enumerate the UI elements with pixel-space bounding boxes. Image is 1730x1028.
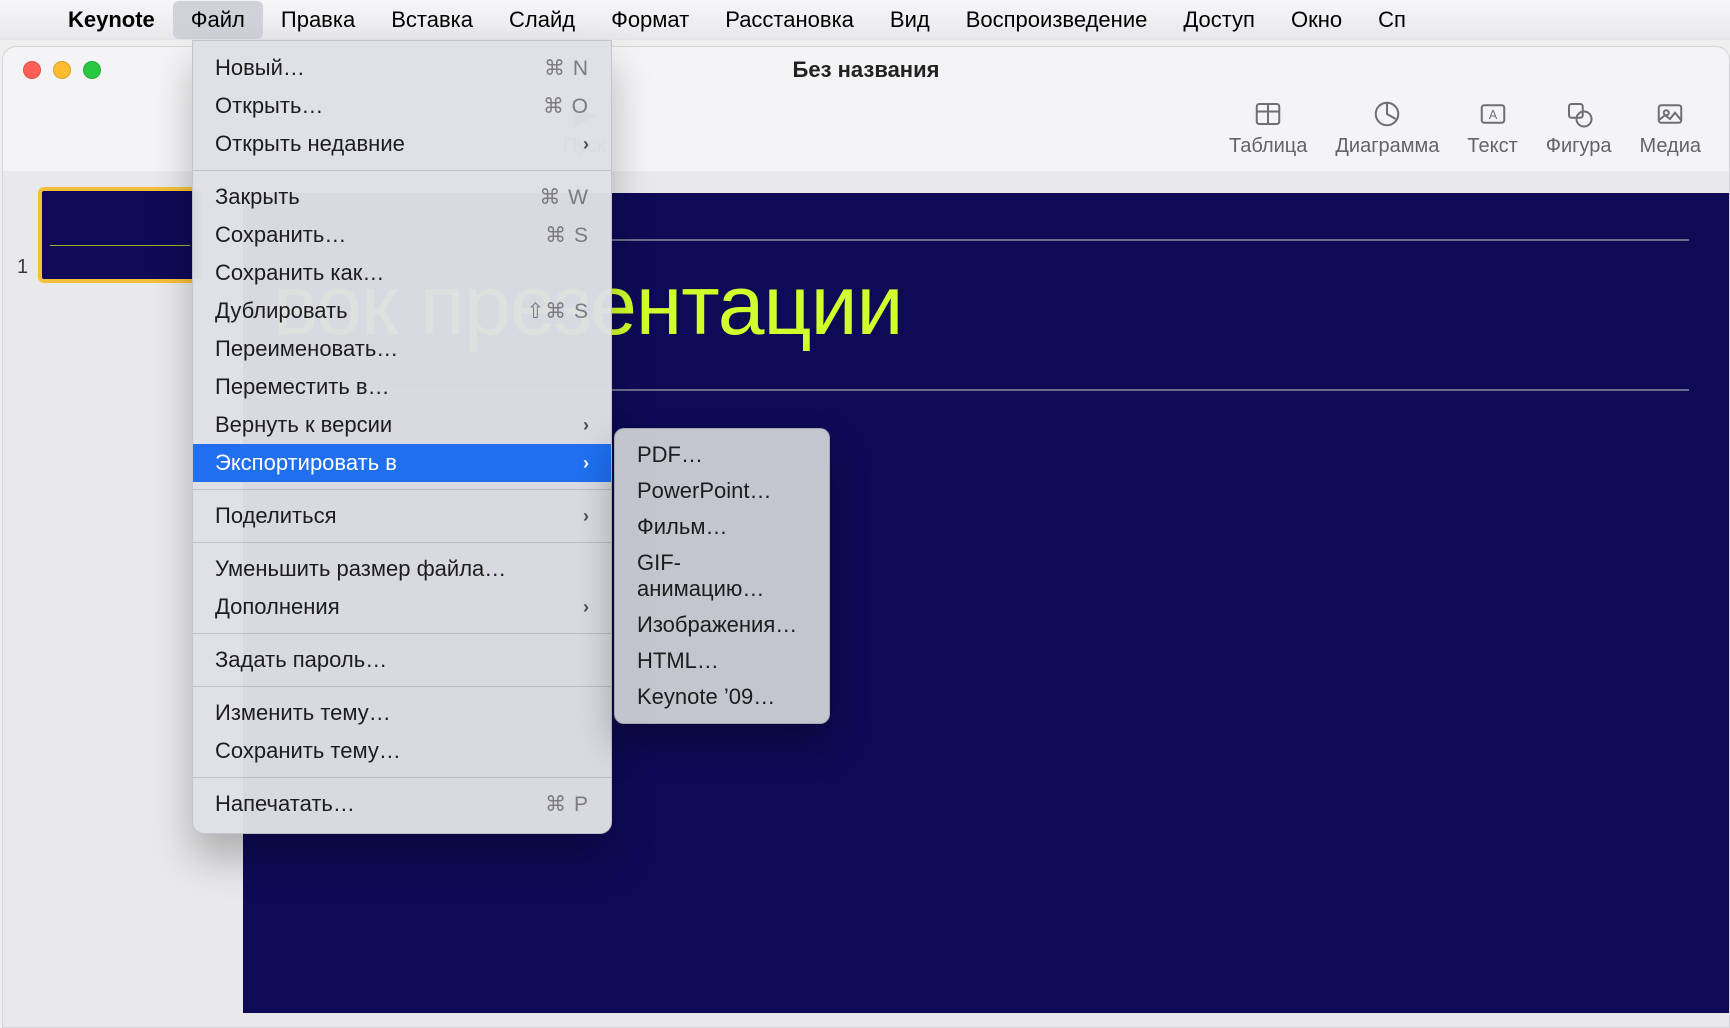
- menubar-item-slide[interactable]: Слайд: [491, 1, 593, 39]
- menubar-item-insert[interactable]: Вставка: [373, 1, 491, 39]
- slide-thumbnail[interactable]: [38, 187, 202, 283]
- file-menu-item[interactable]: Напечатать… ⌘ P: [193, 785, 611, 823]
- menu-item-shortcut: ⇧⌘ S: [527, 299, 589, 324]
- file-menu-item[interactable]: Открыть недавние ›: [193, 125, 611, 163]
- menu-item-label: Сохранить тему…: [215, 738, 401, 764]
- minimize-window-button[interactable]: [53, 61, 71, 79]
- file-menu-item[interactable]: Открыть… ⌘ O: [193, 87, 611, 125]
- menu-item-label: Открыть недавние: [215, 131, 405, 157]
- menu-item-shortcut: ⌘ P: [545, 792, 589, 817]
- menu-item-label: Переименовать…: [215, 336, 398, 362]
- shape-icon: [1564, 97, 1594, 131]
- chevron-right-icon: ›: [583, 453, 589, 474]
- file-menu-item[interactable]: Переименовать…: [193, 330, 611, 368]
- menu-item-label: Дополнения: [215, 594, 340, 620]
- media-icon: [1655, 97, 1685, 131]
- file-menu-dropdown: Новый… ⌘ N Открыть… ⌘ O Открыть недавние › Зак…: [192, 40, 612, 834]
- chevron-right-icon: ›: [583, 597, 589, 618]
- menu-item-label: Сохранить как…: [215, 260, 384, 286]
- toolbar-text-label: Текст: [1467, 135, 1517, 158]
- menubar-item-edit[interactable]: Правка: [263, 1, 373, 39]
- menubar-item-window[interactable]: Окно: [1273, 1, 1360, 39]
- table-icon: [1253, 97, 1283, 131]
- file-menu-item[interactable]: Переместить в…: [193, 368, 611, 406]
- menubar-item-help[interactable]: Сп: [1360, 1, 1424, 39]
- text-icon: A: [1478, 97, 1508, 131]
- menubar-item-format[interactable]: Формат: [593, 1, 707, 39]
- chevron-right-icon: ›: [583, 134, 589, 155]
- menubar-app-name[interactable]: Keynote: [50, 1, 173, 39]
- export-submenu-item[interactable]: PDF…: [615, 437, 829, 473]
- menu-item-label: Уменьшить размер файла…: [215, 556, 506, 582]
- menubar-item-play[interactable]: Воспроизведение: [948, 1, 1166, 39]
- export-submenu-item[interactable]: PowerPoint…: [615, 473, 829, 509]
- export-submenu-item[interactable]: Изображения…: [615, 607, 829, 643]
- menubar-item-share[interactable]: Доступ: [1165, 1, 1273, 39]
- file-menu-item[interactable]: Поделиться ›: [193, 497, 611, 535]
- toolbar-table-label: Таблица: [1229, 135, 1307, 158]
- export-submenu-item[interactable]: HTML…: [615, 643, 829, 679]
- export-submenu: PDF…PowerPoint…Фильм…GIF-анимацию…Изобра…: [614, 428, 830, 724]
- traffic-lights: [23, 61, 101, 79]
- menu-item-label: Вернуть к версии: [215, 412, 392, 438]
- menu-item-shortcut: ⌘ N: [544, 56, 589, 81]
- menu-item-label: Новый…: [215, 55, 305, 81]
- slide-thumb-item[interactable]: 1: [17, 187, 221, 283]
- file-menu-item[interactable]: Уменьшить размер файла…: [193, 550, 611, 588]
- menu-separator: [193, 777, 611, 778]
- file-menu-item[interactable]: Дополнения ›: [193, 588, 611, 626]
- menu-separator: [193, 542, 611, 543]
- menubar-item-arrange[interactable]: Расстановка: [707, 1, 872, 39]
- file-menu-item[interactable]: Сохранить как…: [193, 254, 611, 292]
- toolbar-shape-label: Фигура: [1546, 135, 1612, 158]
- menu-item-label: Экспортировать в: [215, 450, 397, 476]
- export-submenu-item[interactable]: Keynote ’09…: [615, 679, 829, 715]
- fullscreen-window-button[interactable]: [83, 61, 101, 79]
- file-menu-item[interactable]: Вернуть к версии ›: [193, 406, 611, 444]
- toolbar-shape-button[interactable]: Фигура: [1546, 97, 1612, 158]
- file-menu-item[interactable]: Экспортировать в ›: [193, 444, 611, 482]
- toolbar-chart-button[interactable]: Диаграмма: [1335, 97, 1439, 158]
- menu-separator: [193, 170, 611, 171]
- slide-number: 1: [17, 256, 28, 279]
- toolbar-table-button[interactable]: Таблица: [1229, 97, 1307, 158]
- menu-item-label: Изменить тему…: [215, 700, 391, 726]
- close-window-button[interactable]: [23, 61, 41, 79]
- menu-separator: [193, 633, 611, 634]
- menu-item-label: Задать пароль…: [215, 647, 387, 673]
- file-menu-item[interactable]: Изменить тему…: [193, 694, 611, 732]
- file-menu-item[interactable]: Дублировать ⇧⌘ S: [193, 292, 611, 330]
- toolbar-text-button[interactable]: A Текст: [1467, 97, 1517, 158]
- svg-text:A: A: [1488, 108, 1497, 122]
- menubar-item-file[interactable]: Файл: [173, 1, 263, 39]
- menu-item-label: Сохранить…: [215, 222, 346, 248]
- system-menubar: Keynote Файл Правка Вставка Слайд Формат…: [0, 0, 1730, 40]
- menu-item-label: Переместить в…: [215, 374, 390, 400]
- file-menu-item[interactable]: Задать пароль…: [193, 641, 611, 679]
- file-menu-item[interactable]: Сохранить… ⌘ S: [193, 216, 611, 254]
- export-submenu-item[interactable]: Фильм…: [615, 509, 829, 545]
- file-menu-item[interactable]: Новый… ⌘ N: [193, 49, 611, 87]
- menu-separator: [193, 686, 611, 687]
- file-menu-item[interactable]: Закрыть ⌘ W: [193, 178, 611, 216]
- menubar-item-view[interactable]: Вид: [872, 1, 948, 39]
- menu-item-label: Открыть…: [215, 93, 323, 119]
- menu-item-shortcut: ⌘ W: [539, 185, 589, 210]
- menu-item-label: Поделиться: [215, 503, 336, 529]
- menu-item-label: Напечатать…: [215, 791, 355, 817]
- chevron-right-icon: ›: [583, 415, 589, 436]
- menu-separator: [193, 489, 611, 490]
- menu-item-shortcut: ⌘ S: [545, 223, 589, 248]
- toolbar-media-button[interactable]: Медиа: [1639, 97, 1701, 158]
- menu-item-shortcut: ⌘ O: [543, 94, 589, 119]
- file-menu-item[interactable]: Сохранить тему…: [193, 732, 611, 770]
- menu-item-label: Дублировать: [215, 298, 348, 324]
- menu-item-label: Закрыть: [215, 184, 300, 210]
- chart-icon: [1372, 97, 1402, 131]
- toolbar-media-label: Медиа: [1639, 135, 1701, 158]
- toolbar-chart-label: Диаграмма: [1335, 135, 1439, 158]
- export-submenu-item[interactable]: GIF-анимацию…: [615, 545, 829, 607]
- chevron-right-icon: ›: [583, 506, 589, 527]
